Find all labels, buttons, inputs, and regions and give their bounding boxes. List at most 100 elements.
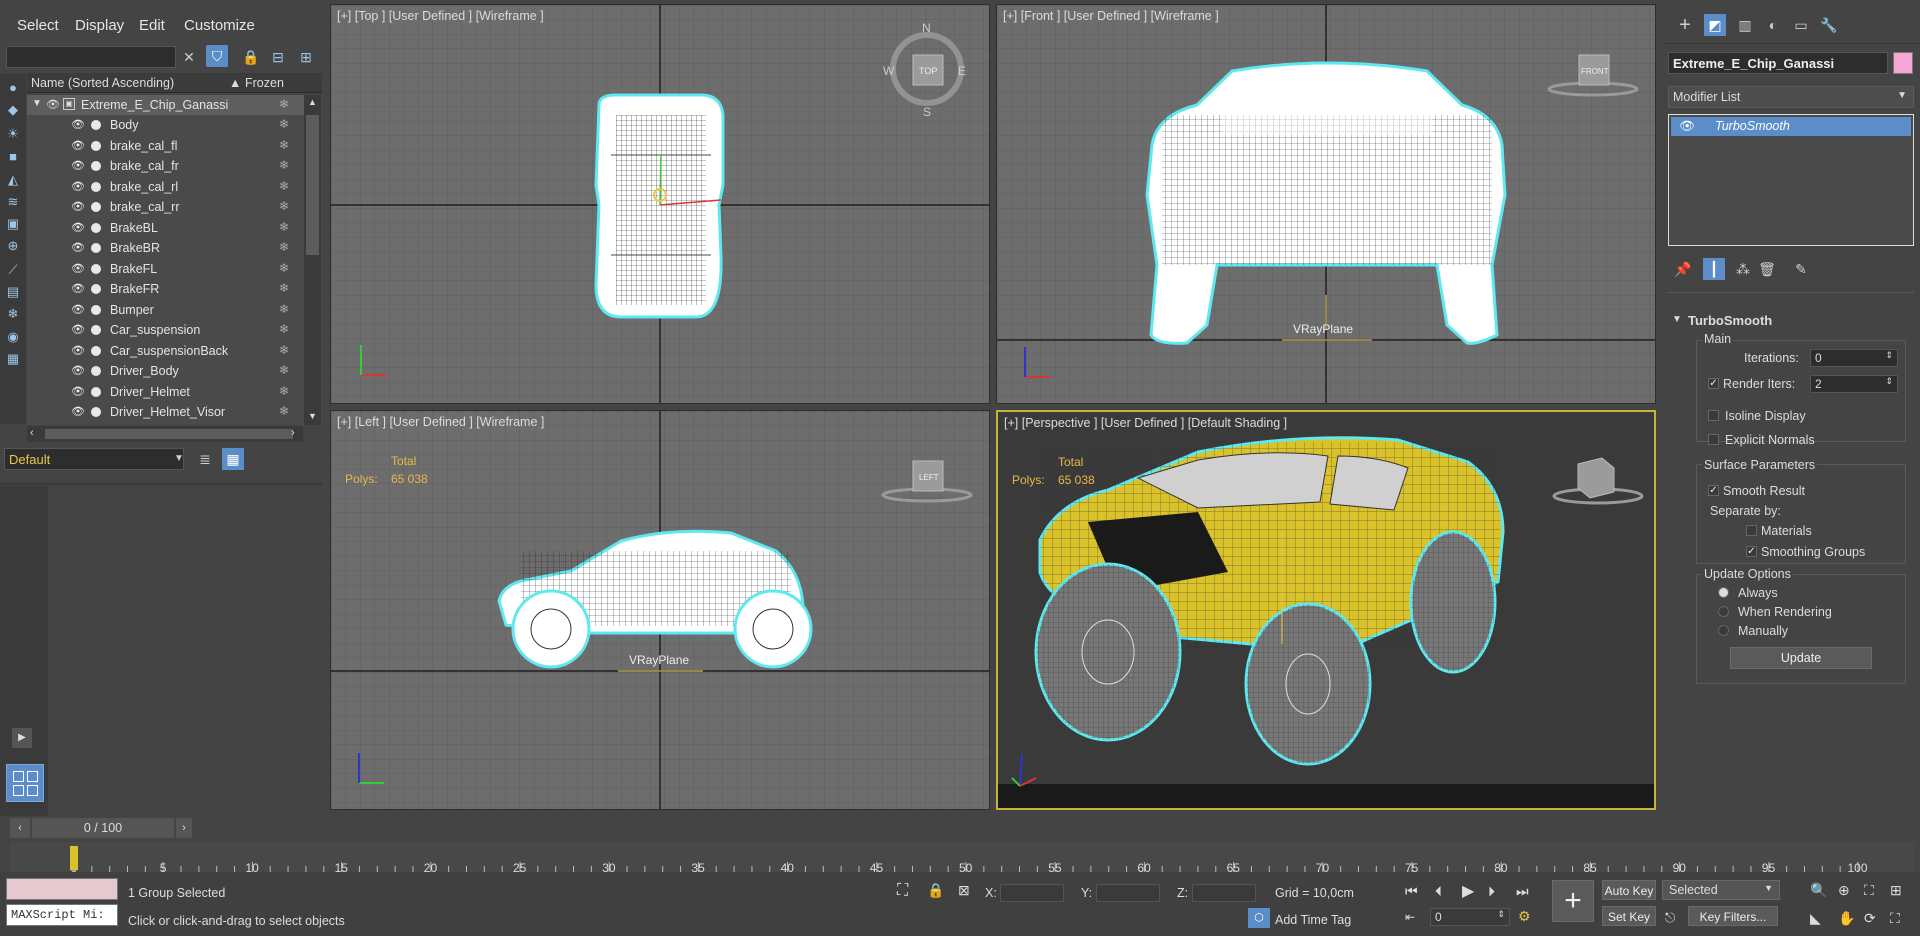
freeze-icon[interactable]: ❄ <box>279 261 289 275</box>
key-selection-dropdown[interactable]: Selected ▼ <box>1662 880 1780 900</box>
freeze-icon[interactable]: ❄ <box>279 138 289 152</box>
add-time-tag-label[interactable]: Add Time Tag <box>1275 913 1351 927</box>
key-mode-toggle-icon[interactable]: ⎋ <box>1665 910 1675 926</box>
render-dot-icon[interactable] <box>91 263 101 274</box>
object-name-field[interactable]: Extreme_E_Chip_Ganassi <box>1668 52 1888 74</box>
time-slider-value[interactable]: 0 / 100 <box>32 818 174 838</box>
freeze-icon[interactable]: ❄ <box>279 281 289 295</box>
maxscript-mini-input[interactable]: MAXScript Mi: <box>6 904 118 926</box>
time-tag-icon[interactable]: ⬡ <box>1248 908 1270 928</box>
current-frame-field[interactable]: 0 ⇕ <box>1430 908 1510 926</box>
zoom-all-icon[interactable]: ⊕ <box>1838 882 1850 899</box>
tree-row[interactable]: 👁 brake_cal_rr ❄ <box>27 197 305 217</box>
render-dot-icon[interactable] <box>91 181 101 192</box>
freeze-icon[interactable]: ❄ <box>279 220 289 234</box>
freeze-icon[interactable]: ❄ <box>279 117 289 131</box>
play-icon[interactable]: ▶ <box>1462 881 1474 901</box>
selection-lock-icon[interactable]: 🔒 <box>927 882 944 899</box>
expand-arrow-icon[interactable]: ▼ <box>32 98 42 109</box>
viewport-left-label[interactable]: [+] [Left ] [User Defined ] [Wireframe ] <box>337 415 544 429</box>
next-key-icon[interactable]: ⏵ <box>1488 883 1495 900</box>
xrefs-filter-icon[interactable]: ⊕ <box>3 236 23 256</box>
zoom-extents-all-icon[interactable]: ⊞ <box>1890 882 1902 899</box>
menu-display[interactable]: Display <box>75 17 124 34</box>
tree-root-row[interactable]: ▼ 👁 ▣ Extreme_E_Chip_Ganassi ❄ <box>27 95 305 115</box>
viewport-front[interactable]: [+] [Front ] [User Defined ] [Wireframe … <box>996 4 1656 404</box>
pin-stack-icon[interactable]: 📌 <box>1672 258 1694 280</box>
menu-edit[interactable]: Edit <box>139 17 165 34</box>
layer-dropdown[interactable]: Default <box>4 448 184 470</box>
visibility-eye-icon[interactable]: 👁 <box>71 262 85 275</box>
render-dot-icon[interactable] <box>91 386 101 397</box>
render-dot-icon[interactable] <box>91 222 101 233</box>
absolute-mode-icon[interactable]: ⊠ <box>958 882 970 899</box>
always-radio[interactable] <box>1718 587 1729 598</box>
prev-frame-icon[interactable]: ‹ <box>10 818 30 838</box>
helpers-filter-icon[interactable]: ◭ <box>3 170 23 190</box>
groups-filter-icon[interactable]: ▣ <box>3 214 23 234</box>
goto-end-icon[interactable]: ⏭ <box>1516 883 1529 900</box>
lock-icon[interactable]: 🔒 <box>240 46 262 68</box>
visibility-eye-icon[interactable]: 👁 <box>71 364 85 377</box>
next-frame-icon[interactable]: › <box>176 818 192 838</box>
render-dot-icon[interactable] <box>91 345 101 356</box>
set-key-big-button[interactable]: + <box>1552 880 1594 922</box>
layer-explorer-icon[interactable]: ▦ <box>222 448 244 470</box>
display-all-icon[interactable]: ▦ <box>3 349 23 369</box>
prev-key-icon[interactable]: ⏴ <box>1435 883 1442 900</box>
play-panel-icon[interactable]: ▶ <box>12 728 32 748</box>
viewport-left[interactable]: [+] [Left ] [User Defined ] [Wireframe ]… <box>330 410 990 810</box>
field-of-view-icon[interactable]: ◣ <box>1810 910 1821 927</box>
render-dot-icon[interactable] <box>91 325 101 335</box>
freeze-icon[interactable]: ❄ <box>279 179 289 193</box>
lights-filter-icon[interactable]: ☀ <box>3 124 23 144</box>
tree-row[interactable]: 👁 BrakeFR ❄ <box>27 279 305 299</box>
maximize-viewport-icon[interactable]: ⛶ <box>1890 910 1900 927</box>
manually-radio[interactable] <box>1718 625 1729 636</box>
tree-row[interactable]: 👁 brake_cal_fr ❄ <box>27 156 305 176</box>
freeze-icon[interactable]: ❄ <box>279 240 289 254</box>
create-tab-icon[interactable]: + <box>1674 14 1696 36</box>
modifier-eye-icon[interactable]: 👁 <box>1679 119 1695 134</box>
modifier-stack-item[interactable]: 👁 TurboSmooth <box>1671 117 1911 136</box>
viewport-layout-icon[interactable] <box>6 764 44 802</box>
tree-row[interactable]: 👁 Driver_Helmet ❄ <box>27 382 305 402</box>
visibility-eye-icon[interactable]: 👁 <box>71 323 85 336</box>
x-coord-field[interactable] <box>1000 884 1064 902</box>
tree-row[interactable]: 👁 BrakeFL ❄ <box>27 259 305 279</box>
tree-row[interactable]: 👁 brake_cal_rl ❄ <box>27 177 305 197</box>
visibility-eye-icon[interactable]: 👁 <box>71 180 85 193</box>
modify-tab-icon[interactable]: ◩ <box>1704 14 1726 36</box>
tree-row[interactable]: 👁 Car_suspensionBack ❄ <box>27 341 305 361</box>
render-dot-icon[interactable] <box>91 202 101 212</box>
frozen-filter-icon[interactable]: ❄ <box>3 304 23 324</box>
column-name[interactable]: Name (Sorted Ascending) <box>31 76 174 90</box>
z-coord-field[interactable] <box>1192 884 1256 902</box>
tree-row[interactable]: 👁 Car_suspension ❄ <box>27 320 305 340</box>
viewport-top-label[interactable]: [+] [Top ] [User Defined ] [Wireframe ] <box>337 9 544 23</box>
smoothing-groups-checkbox[interactable]: ✓ <box>1746 546 1757 557</box>
freeze-icon[interactable]: ❄ <box>279 322 289 336</box>
freeze-icon[interactable]: ❄ <box>279 343 289 357</box>
isoline-checkbox[interactable] <box>1708 410 1719 421</box>
explicit-normals-checkbox[interactable] <box>1708 434 1719 445</box>
timeline-track[interactable]: 0510152025303540455055606570758085909510… <box>10 842 1915 875</box>
freeze-icon[interactable]: ❄ <box>279 158 289 172</box>
visibility-eye-icon[interactable]: 👁 <box>46 98 60 111</box>
visibility-eye-icon[interactable]: 👁 <box>71 139 85 152</box>
freeze-icon[interactable]: ❄ <box>279 97 289 111</box>
visibility-eye-icon[interactable]: 👁 <box>71 200 85 213</box>
visibility-eye-icon[interactable]: 👁 <box>71 221 85 234</box>
explorer-vertical-scrollbar[interactable]: ▲ ▼ <box>304 95 321 425</box>
viewport-top[interactable]: [+] [Top ] [User Defined ] [Wireframe ] … <box>330 4 990 404</box>
visibility-eye-icon[interactable]: 👁 <box>71 282 85 295</box>
render-dot-icon[interactable] <box>91 120 101 130</box>
make-unique-icon[interactable]: ⁂ <box>1732 258 1754 280</box>
freeze-icon[interactable]: ❄ <box>279 199 289 213</box>
update-button[interactable]: Update <box>1730 647 1872 669</box>
visibility-eye-icon[interactable]: 👁 <box>71 385 85 398</box>
tree-row[interactable]: 👁 BrakeBR ❄ <box>27 238 305 258</box>
visibility-eye-icon[interactable]: 👁 <box>71 405 85 418</box>
y-coord-field[interactable] <box>1096 884 1160 902</box>
hierarchy-alt-icon[interactable]: ⊞ <box>295 46 317 68</box>
